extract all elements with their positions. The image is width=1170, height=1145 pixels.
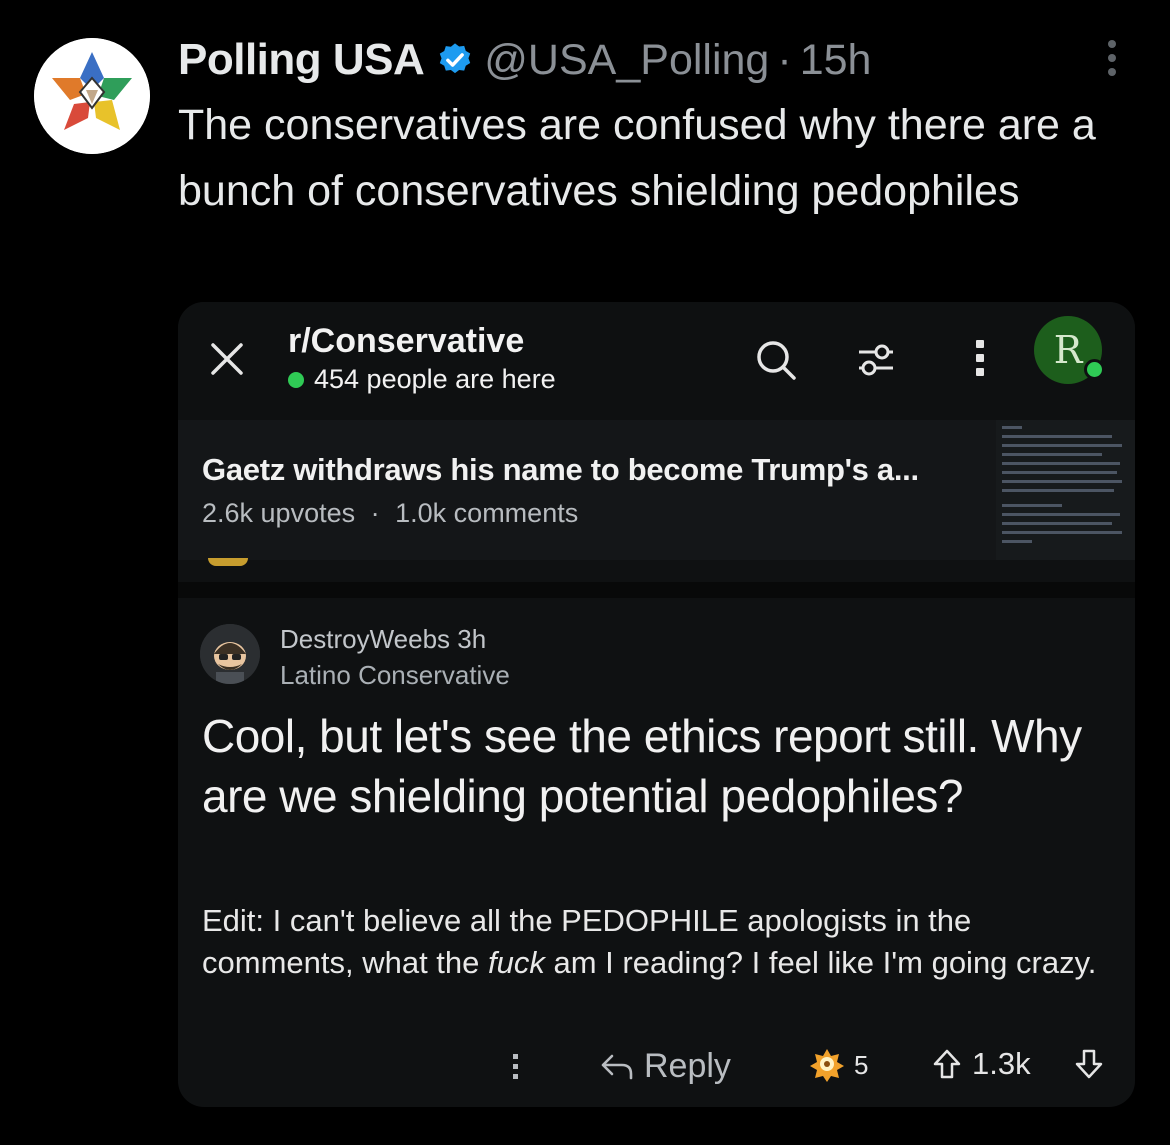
embedded-image[interactable]: r/Conservative 454 people are here R Gae… [178, 302, 1135, 1107]
user-flair: Latino Conservative [280, 660, 510, 690]
post-title[interactable]: Gaetz withdraws his name to become Trump… [202, 452, 919, 488]
reply-icon [601, 1054, 633, 1079]
snoo-avatar-icon [200, 624, 260, 684]
comment-time: 3h [457, 624, 487, 654]
commenter-avatar[interactable] [200, 624, 260, 684]
online-indicator: 454 people are here [288, 364, 556, 395]
comment-score: 1.3k [972, 1046, 1031, 1081]
upvote-button[interactable]: 1.3k [932, 1046, 1031, 1082]
close-icon[interactable] [208, 340, 246, 378]
reddit-topbar [178, 302, 1135, 420]
post-meta-separator: · [370, 498, 380, 528]
author-name[interactable]: Polling USA [178, 35, 425, 85]
comment-author-line: DestroyWeebs 3h [280, 624, 486, 655]
post-comments: 1.0k comments [395, 498, 579, 528]
award-icon [810, 1049, 844, 1082]
author-avatar[interactable] [34, 38, 150, 154]
award-sliver [208, 558, 248, 566]
comment-edit: Edit: I can't believe all the PEDOPHILE … [202, 900, 1102, 984]
reply-button[interactable]: Reply [600, 1047, 731, 1086]
avatar-logo [34, 38, 150, 154]
downvote-icon[interactable] [1074, 1048, 1104, 1080]
online-dot [288, 371, 304, 388]
reply-label: Reply [644, 1047, 731, 1085]
filter-icon[interactable] [856, 340, 896, 380]
award-count: 5 [854, 1049, 869, 1080]
post-preview[interactable] [178, 420, 1135, 560]
tweet-time[interactable]: 15h [800, 36, 872, 85]
upvote-icon [933, 1049, 961, 1079]
award-button[interactable]: 5 [808, 1046, 868, 1084]
tweet-header: Polling USA @USA_Polling · 15h [178, 30, 871, 90]
meta-separator: · [777, 35, 792, 84]
tweet-text: The conservatives are confused why there… [178, 101, 1096, 215]
kebab-icon[interactable] [972, 340, 988, 384]
online-count: 454 people are here [314, 364, 556, 394]
comment-body: Cool, but let's see the ethics report st… [202, 710, 1082, 822]
comment-edit-text-end: am I reading? I feel like I'm going craz… [544, 945, 1097, 980]
subreddit-name[interactable]: r/Conservative [288, 322, 524, 361]
post-thumbnail[interactable] [996, 420, 1135, 560]
divider [178, 582, 1135, 598]
author-handle[interactable]: @USA_Polling [484, 36, 769, 85]
comment-more-icon[interactable] [511, 1054, 519, 1082]
comment-actions: Reply 5 1.3k [178, 1042, 1135, 1092]
verified-badge-icon [440, 43, 471, 74]
comment-edit-emphasis: fuck [488, 945, 545, 980]
subreddit-avatar[interactable]: R [1034, 316, 1105, 384]
status-dot [1084, 359, 1105, 380]
comment-username[interactable]: DestroyWeebs [280, 624, 450, 654]
post-upvotes: 2.6k upvotes [202, 498, 356, 528]
post-meta: 2.6k upvotes · 1.0k comments [202, 498, 578, 529]
search-icon[interactable] [754, 338, 798, 382]
more-icon[interactable] [1100, 40, 1124, 84]
